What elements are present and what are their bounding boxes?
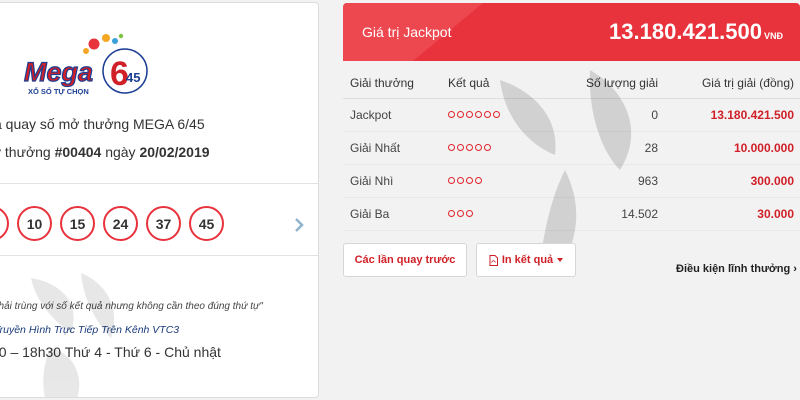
previous-draws-button[interactable]: Các lần quay trước xyxy=(343,243,467,277)
jackpot-currency: VNĐ xyxy=(763,31,783,41)
number-ball: 15 xyxy=(60,206,95,241)
table-row: Giải Nhất 28 10.000.000 xyxy=(343,131,800,165)
divider xyxy=(0,183,318,184)
match-circle-icon xyxy=(466,177,473,184)
match-circles xyxy=(448,131,558,165)
table-row: Giải Ba 14.502 30.000 xyxy=(343,197,800,231)
print-results-button[interactable]: In kết quả xyxy=(476,243,576,277)
match-circle-icon xyxy=(475,177,482,184)
chevron-right-icon: › xyxy=(793,263,797,275)
logo-number-45: 45 xyxy=(126,70,140,85)
prize-conditions-link[interactable]: Điều kiện lĩnh thưởng › xyxy=(676,263,797,275)
rule-note: phải trùng với số kết quả nhưng không cầ… xyxy=(0,301,263,312)
pdf-icon xyxy=(489,254,498,266)
chevron-right-icon[interactable] xyxy=(294,217,304,233)
winner-count: 14.502 xyxy=(558,197,660,231)
number-ball: 10 xyxy=(17,206,52,241)
broadcast-channel: Truyền Hình Trực Tiếp Trên Kênh VTC3 xyxy=(0,324,180,336)
draw-title: ả quay số mở thưởng MEGA 6/45 xyxy=(0,116,205,132)
prize-table: Giải thưởng Kết quả Số lượng giải Giá tr… xyxy=(343,68,800,231)
match-circle-icon xyxy=(475,144,482,151)
match-circle-icon xyxy=(457,210,464,217)
prize-value: 300.000 xyxy=(660,164,800,198)
table-header-row: Giải thưởng Kết quả Số lượng giải Giá tr… xyxy=(343,68,800,99)
match-circle-icon xyxy=(448,177,455,184)
jackpot-header: Giá trị Jackpot 13.180.421.500 VNĐ xyxy=(343,3,800,61)
prize-name: Giải Nhì xyxy=(343,164,448,198)
draw-info: y thưởng #00404 ngày 20/02/2019 xyxy=(0,144,210,160)
draw-prefix: y thưởng xyxy=(0,144,55,160)
logo-tagline: XỔ SỐ TỰ CHỌN xyxy=(28,86,89,96)
winner-count: 28 xyxy=(558,131,660,165)
header-prize: Giải thưởng xyxy=(343,68,448,99)
header-value: Giá trị giải (đồng) xyxy=(660,68,800,99)
prize-value: 10.000.000 xyxy=(660,131,800,165)
match-circles xyxy=(448,197,558,231)
number-ball: 24 xyxy=(103,206,138,241)
number-ball: 45 xyxy=(189,206,224,241)
prize-value: 30.000 xyxy=(660,197,800,231)
print-results-label: In kết quả xyxy=(501,254,554,266)
header-count: Số lượng giải xyxy=(558,68,660,99)
table-row: Giải Nhì 963 300.000 xyxy=(343,164,800,198)
match-circle-icon xyxy=(457,111,464,118)
caret-down-icon xyxy=(557,258,564,262)
match-circle-icon xyxy=(466,210,473,217)
match-circle-icon xyxy=(448,210,455,217)
prize-name: Jackpot xyxy=(343,98,448,132)
winner-count: 963 xyxy=(558,164,660,198)
table-row: Jackpot 0 13.180.421.500 xyxy=(343,98,800,132)
match-circle-icon xyxy=(457,177,464,184)
number-ball xyxy=(0,206,9,241)
draw-date: 20/02/2019 xyxy=(139,144,210,160)
header-result: Kết quả xyxy=(448,68,558,99)
draw-result-card: Mega 6 45 XỔ SỐ TỰ CHỌN ả quay số mở thư… xyxy=(0,2,319,398)
mega-645-logo-graphic: Mega 6 45 XỔ SỐ TỰ CHỌN xyxy=(23,33,148,96)
match-circle-icon xyxy=(484,144,491,151)
draw-number: #00404 xyxy=(54,144,102,160)
prize-name: Giải Nhất xyxy=(343,131,448,165)
jackpot-amount: 13.180.421.500 xyxy=(609,19,762,44)
divider xyxy=(0,255,318,256)
match-circle-icon xyxy=(484,111,491,118)
mega-645-logo: Mega 6 45 XỔ SỐ TỰ CHỌN xyxy=(22,31,152,97)
logo-brand-text: Mega xyxy=(24,57,93,87)
match-circle-icon xyxy=(448,111,455,118)
draw-schedule: 00 – 18h30 Thứ 4 - Thứ 6 - Chủ nhật xyxy=(0,344,221,360)
number-ball: 37 xyxy=(146,206,181,241)
prize-name: Giải Ba xyxy=(343,197,448,231)
jackpot-value: 13.180.421.500 VNĐ xyxy=(609,19,783,45)
draw-mid: ngày xyxy=(101,144,140,160)
match-circle-icon xyxy=(457,144,464,151)
match-circles xyxy=(448,164,558,198)
match-circle-icon xyxy=(466,144,473,151)
winning-numbers: 10 15 24 37 45 xyxy=(0,206,224,241)
match-circle-icon xyxy=(475,111,482,118)
jackpot-label: Giá trị Jackpot xyxy=(362,24,452,40)
prize-value: 13.180.421.500 xyxy=(660,98,800,132)
winner-count: 0 xyxy=(558,98,660,132)
match-circle-icon xyxy=(448,144,455,151)
match-circles xyxy=(448,98,558,132)
match-circle-icon xyxy=(493,111,500,118)
prize-conditions-label: Điều kiện lĩnh thưởng xyxy=(676,263,791,275)
match-circle-icon xyxy=(466,111,473,118)
